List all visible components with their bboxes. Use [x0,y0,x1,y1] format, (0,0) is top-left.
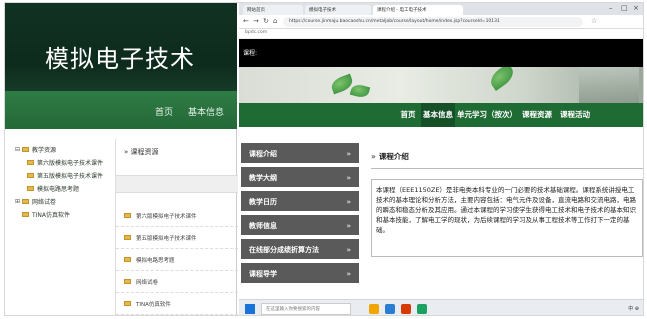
leaf-image [349,82,371,100]
folder-icon [124,257,131,262]
folder-icon [22,199,29,204]
browser-icon[interactable] [385,304,395,314]
sidebar-item-calendar[interactable]: 教学日历» [241,191,359,213]
nav-basic-info[interactable]: 基本信息 [421,103,455,127]
reload-icon[interactable]: ↻ [263,17,269,25]
list-item[interactable]: 第六版模拟电子技术课件 [116,205,238,227]
nav-home[interactable]: 首页 [397,103,419,127]
nav-home[interactable]: 首页 [155,105,173,118]
folder-icon [124,235,131,240]
forward-icon[interactable]: → [253,17,259,25]
bookmarks-bar: bpdc.com [239,29,643,39]
address-bar: ← → ↻ ⌂ https://course.jinmaju.baocaoshu… [239,15,643,29]
tree-label: TINA仿真软件 [32,212,71,219]
browser-tab-active[interactable]: 课程介绍 - 电工电子技术 [373,5,463,15]
close-icon[interactable]: × [633,4,639,12]
maximize-icon[interactable]: □ [621,4,628,12]
tree-item-exams[interactable]: ⊞ 网络试卷 [15,195,115,208]
expand-icon[interactable]: ⊞ [15,198,22,205]
leaf-image [486,67,518,92]
star-icon[interactable]: ☆ [591,17,597,25]
minimize-icon[interactable]: – [609,4,613,12]
tree-label: 第五版模拟电子技术课件 [37,173,104,180]
tree-label: 教学资源 [32,147,57,154]
chevron-right-icon: » [346,246,351,254]
folder-icon [124,301,131,306]
left-course-site: 模拟电子技术 首页 基本信息 ⊟ 教学资源 第六版模拟电子技术课件 第五版模拟电… [5,3,238,315]
file-explorer-icon[interactable] [369,304,379,314]
chevron-right-icon: » [346,222,351,230]
sidebar-item-syllabus[interactable]: 教学大纲» [241,167,359,189]
windows-start-icon[interactable] [245,304,255,314]
list-header-bar [116,175,238,193]
collapse-icon[interactable]: ⊟ [15,146,22,153]
resource-list: » 课程资源 第六版模拟电子技术课件 第五版模拟电子技术课件 模拟电路思考题 网… [115,139,238,315]
nav-unit-study[interactable]: 单元学习（按次） [457,103,517,127]
screenshot-frame: 模拟电子技术 首页 基本信息 ⊟ 教学资源 第六版模拟电子技术课件 第五版模拟电… [4,2,644,316]
site-banner: 模拟电子技术 [5,3,237,91]
sidebar-item-grading[interactable]: 在线部分成绩折算方法» [241,239,359,261]
chevron-right-icon: » [346,270,351,278]
sidebar-item-guide[interactable]: 课程导学» [241,263,359,285]
nav-resources[interactable]: 课程资源 [519,103,555,127]
folder-icon [124,279,131,284]
tree-label: 模拟电路思考题 [37,186,80,193]
chevron-right-icon: » [346,198,351,206]
folder-icon [124,213,131,218]
sidebar-item-intro[interactable]: 课程介绍» [241,143,359,165]
folder-icon [27,173,34,178]
home-icon[interactable]: ⌂ [273,17,277,25]
browser-tab[interactable]: 模拟电子技术 [305,5,371,15]
chevron-right-icon: » [346,174,351,182]
url-field[interactable]: https://course.jinmaju.baocaoshu.cn/meta… [283,17,583,27]
list-item[interactable]: TINA仿真软件 [116,293,238,315]
tree-item-teaching-resources[interactable]: ⊟ 教学资源 [15,143,115,156]
list-item[interactable]: 第五版模拟电子技术课件 [116,227,238,249]
os-taskbar: 在这里输入你要搜索的内容 中 ⊕ [239,299,643,315]
list-item[interactable]: 模拟电路思考题 [116,249,238,271]
browser-tab[interactable]: 网站首页 [243,5,303,15]
section-title: » 课程介绍 [371,151,643,169]
nav-activities[interactable]: 课程活动 [557,103,593,127]
site-top-text: 课程: [243,50,258,57]
nav-basic-info[interactable]: 基本信息 [188,105,224,118]
hero-banner [239,67,643,103]
folder-icon [27,186,34,191]
tree-label: 网络试卷 [32,199,57,206]
app-icon[interactable] [401,304,411,314]
lab-glass-image [579,67,639,103]
folder-icon [27,160,34,165]
app-icon[interactable] [417,304,427,314]
bookmark-item[interactable]: bpdc.com [245,30,267,35]
resource-heading: » 课程资源 [124,148,159,156]
tree-item-edition6[interactable]: 第六版模拟电子技术课件 [15,156,115,169]
folder-icon [22,147,29,152]
tree-label: 第六版模拟电子技术课件 [37,160,104,167]
site-top-bar: 课程: [239,39,643,67]
back-icon[interactable]: ← [243,17,249,25]
list-item[interactable]: 网络试卷 [116,271,238,293]
taskbar-search-input[interactable]: 在这里输入你要搜索的内容 [261,303,351,315]
left-nav-bar: 首页 基本信息 [5,91,237,129]
resource-tree: ⊟ 教学资源 第六版模拟电子技术课件 第五版模拟电子技术课件 模拟电路思考题 ⊞… [15,143,115,221]
tree-item-questions[interactable]: 模拟电路思考题 [15,182,115,195]
main-nav: 首页 基本信息 单元学习（按次） 课程资源 课程活动 [239,103,643,127]
system-tray[interactable]: 中 ⊕ [628,305,639,312]
folder-icon [22,212,29,217]
tree-item-edition5[interactable]: 第五版模拟电子技术课件 [15,169,115,182]
chevron-right-icon: » [346,150,351,158]
tab-strip: 网站首页 模拟电子技术 课程介绍 - 电工电子技术 – □ × [239,3,643,15]
sidebar-item-teachers[interactable]: 教师信息» [241,215,359,237]
course-intro-text: 本课程（EEE1150ZE）是非电类本科专业的一门必要的技术基础课程。课程系统讲… [371,179,643,257]
tree-item-tina[interactable]: TINA仿真软件 [15,208,115,221]
browser-window: 网站首页 模拟电子技术 课程介绍 - 电工电子技术 – □ × ← → ↻ ⌂ … [239,3,643,315]
site-title: 模拟电子技术 [45,45,195,73]
